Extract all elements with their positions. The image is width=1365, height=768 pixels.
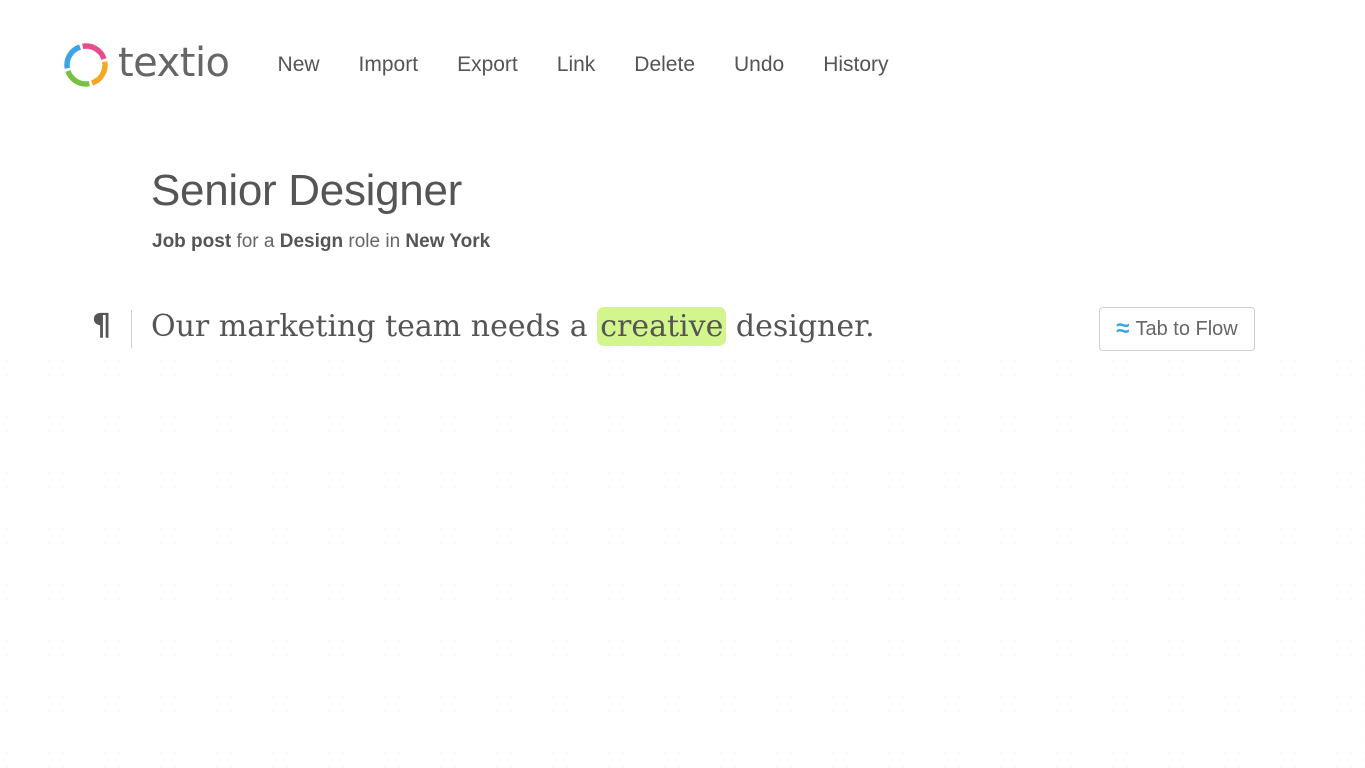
menu-export[interactable]: Export [457, 53, 518, 77]
logo[interactable]: textio [62, 41, 230, 89]
subtitle-doc-type[interactable]: Job post [152, 231, 231, 252]
textio-logo-icon [64, 43, 108, 87]
paragraph-marker-icon[interactable]: ¶ [92, 308, 111, 343]
subtitle-text-for: for a [231, 231, 280, 252]
flow-icon: ≈ [1116, 315, 1130, 342]
editor-canvas[interactable] [0, 340, 1365, 768]
menu-import[interactable]: Import [359, 53, 419, 77]
menu-history[interactable]: History [823, 53, 888, 77]
line-text-before: Our marketing team needs a [151, 309, 598, 344]
highlighted-word[interactable]: creative [597, 307, 727, 346]
document-subtitle: Job post for a Design role in New York [152, 231, 490, 253]
subtitle-location[interactable]: New York [405, 231, 490, 252]
page: textio New Import Export Link Delete Und… [0, 0, 1365, 768]
menu-new[interactable]: New [278, 53, 320, 77]
main-menu: New Import Export Link Delete Undo Histo… [278, 53, 928, 77]
logo-text: textio [118, 40, 230, 86]
document-title[interactable]: Senior Designer [151, 166, 462, 216]
menu-undo[interactable]: Undo [734, 53, 784, 77]
flow-button-label: Tab to Flow [1135, 317, 1238, 340]
menu-link[interactable]: Link [557, 53, 596, 77]
line-text-after: designer. [726, 309, 875, 344]
subtitle-role[interactable]: Design [280, 231, 343, 252]
editor-line[interactable]: Our marketing team needs a creative desi… [151, 307, 875, 346]
gutter-divider [131, 310, 132, 348]
subtitle-text-role-in: role in [343, 231, 406, 252]
top-bar: textio New Import Export Link Delete Und… [62, 38, 928, 92]
tab-to-flow-button[interactable]: ≈ Tab to Flow [1099, 307, 1255, 351]
menu-delete[interactable]: Delete [634, 53, 695, 77]
